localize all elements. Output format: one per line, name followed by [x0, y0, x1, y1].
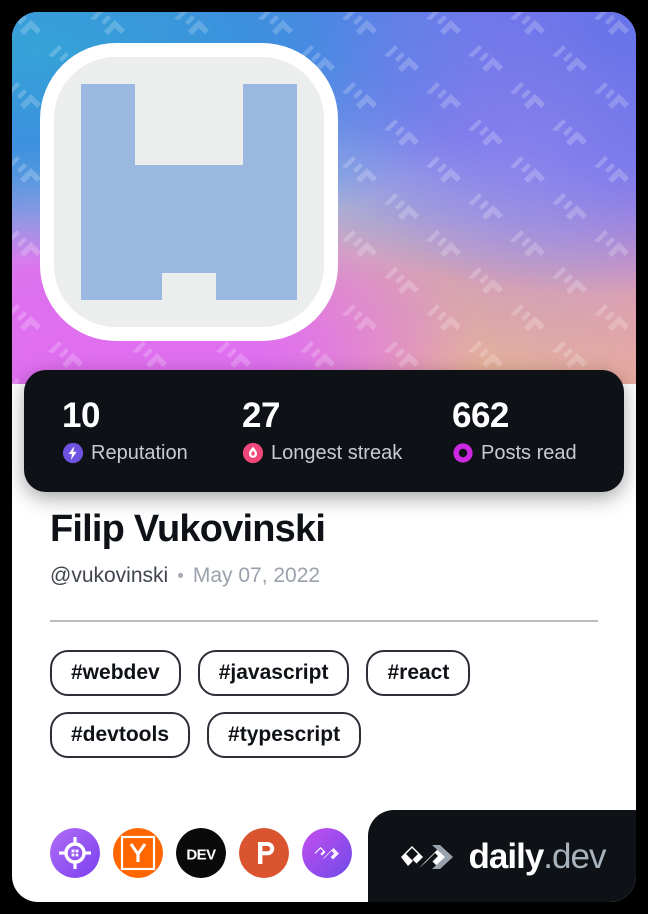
- reputation-bolt-icon: [62, 442, 84, 464]
- stat-label-row: Reputation: [62, 442, 214, 464]
- svg-text:DEV: DEV: [186, 847, 216, 864]
- profile-name: Filip Vukovinski: [50, 508, 326, 550]
- section-divider: [50, 619, 598, 622]
- screenshot-stage: 10 Reputation 27 Longest streak 662 Post…: [0, 0, 648, 914]
- streak-flame-icon: [242, 442, 264, 464]
- daily-dev-brand-badge: daily.dev: [368, 810, 636, 902]
- stat-value: 27: [242, 396, 280, 436]
- stat-label-row: Longest streak: [242, 442, 424, 464]
- meta-separator: •: [177, 565, 184, 587]
- brand-wordmark: daily.dev: [468, 836, 607, 876]
- tag-chip[interactable]: #typescript: [207, 711, 362, 758]
- avatar-image: [54, 57, 324, 327]
- stat-label: Reputation: [91, 441, 188, 464]
- stat-value: 662: [452, 396, 509, 436]
- daily-dev-logo-icon: [399, 836, 455, 876]
- social-links: DEV: [50, 828, 352, 878]
- avatar: [40, 43, 338, 341]
- tag-list: #webdev #javascript #react #devtools #ty…: [50, 649, 510, 758]
- dev-card: 10 Reputation 27 Longest streak 662 Post…: [12, 12, 636, 902]
- stat-longest-streak: 27 Longest streak: [214, 396, 424, 464]
- stat-label-row: Posts read: [452, 442, 624, 464]
- ycombinator-icon[interactable]: [113, 828, 163, 878]
- stat-reputation: 10 Reputation: [34, 396, 214, 464]
- product-hunt-icon[interactable]: [239, 828, 289, 878]
- stat-label: Posts read: [481, 441, 577, 464]
- profile-meta: @vukovinski • May 07, 2022: [50, 564, 598, 588]
- stat-posts-read: 662 Posts read: [424, 396, 624, 464]
- profile-joined-date: May 07, 2022: [192, 563, 321, 587]
- brand-name: daily: [468, 836, 545, 876]
- roadmap-sh-icon[interactable]: [50, 828, 100, 878]
- brand-tld: .dev: [543, 836, 606, 876]
- daily-dev-icon[interactable]: [302, 828, 352, 878]
- stat-value: 10: [62, 396, 100, 436]
- posts-read-ring-icon: [452, 442, 474, 464]
- stats-bar: 10 Reputation 27 Longest streak 662 Post…: [24, 370, 624, 492]
- tag-chip[interactable]: #react: [366, 649, 471, 696]
- tag-chip[interactable]: #devtools: [50, 711, 191, 758]
- card-body: Filip Vukovinski @vukovinski • May 07, 2…: [12, 508, 636, 758]
- dev-to-icon[interactable]: DEV: [176, 828, 226, 878]
- profile-handle: @vukovinski: [50, 563, 169, 587]
- tag-chip[interactable]: #webdev: [50, 649, 181, 696]
- card-cover: [12, 12, 636, 384]
- tag-chip[interactable]: #javascript: [197, 649, 350, 696]
- stat-label: Longest streak: [271, 441, 403, 464]
